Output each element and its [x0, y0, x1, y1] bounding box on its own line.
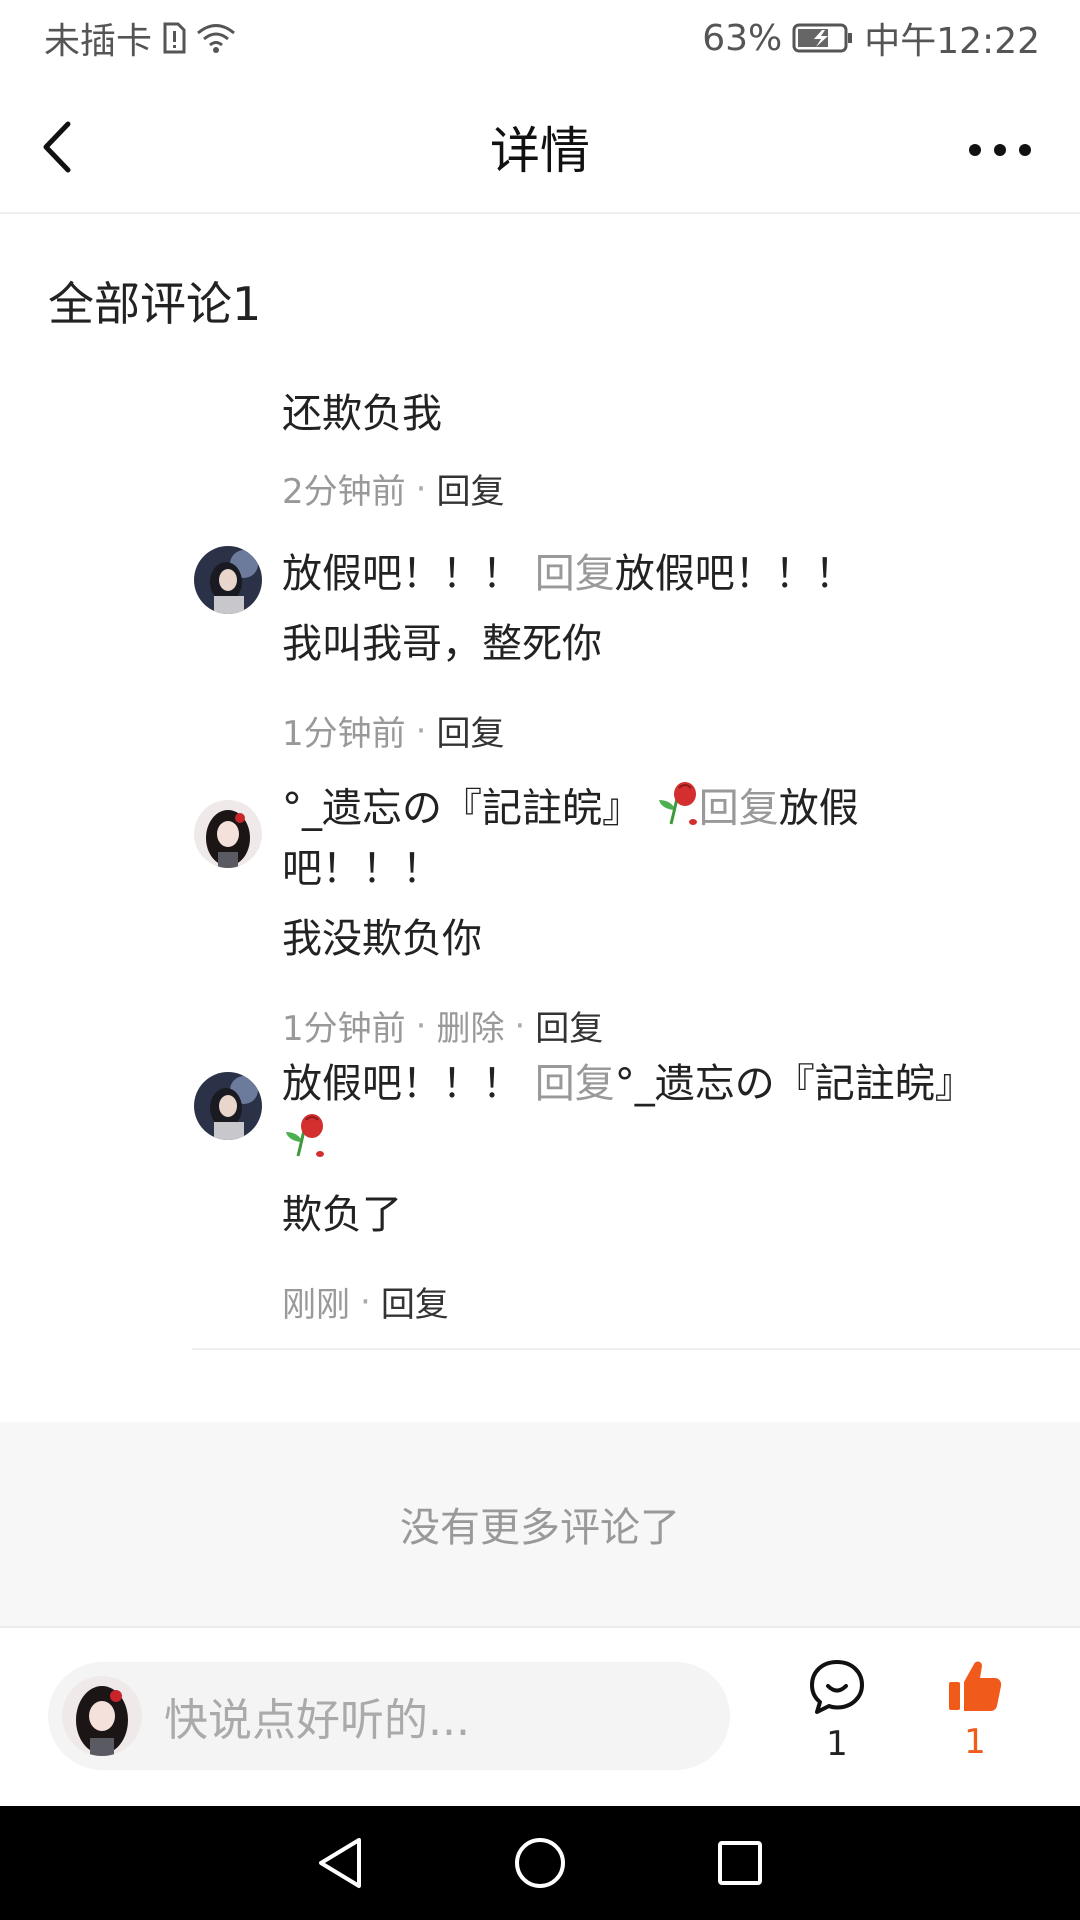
reply-word: 回复 [534, 551, 615, 597]
thumbs-up-icon [949, 1661, 1002, 1711]
reply-target[interactable]: 放假吧！！！ [615, 551, 855, 597]
comments-section-title: 全部评论1 [48, 277, 262, 331]
carrier-text: 未插卡 [44, 21, 153, 62]
comment-meta: 2分钟前 · 回复 [282, 464, 982, 513]
status-bar: 未插卡 63% 中午12:22 [0, 0, 1080, 76]
reply-button[interactable]: 回复 [436, 464, 504, 513]
comment-time: 1分钟前 [282, 714, 406, 754]
comment-meta: 刚刚 · 回复 [282, 1277, 1002, 1326]
comment-count: 1 [826, 1724, 848, 1764]
comment-time: 1分钟前 [282, 1009, 406, 1049]
screen: 未插卡 63% 中午12:22 详情 全部评论1 还欺负我 2分钟前 · 回复 … [0, 0, 1080, 1920]
clock: 中午12:22 [864, 21, 1040, 62]
battery-charging-icon [792, 22, 854, 54]
comment-meta: 1分钟前 · 删除 · 回复 [282, 1001, 892, 1050]
meta-separator: · [514, 1005, 526, 1046]
square-recents-icon [718, 1841, 762, 1885]
nav-back-button[interactable] [300, 1823, 380, 1903]
no-more-comments: 没有更多评论了 [0, 1422, 1080, 1628]
comment-author[interactable]: °_遗忘の『記註皖』 [282, 786, 642, 832]
comment-bubble-icon [810, 1660, 864, 1714]
comment-header: 放假吧！！！ 回复放假吧！！！ [282, 546, 982, 602]
comment-body: 放假吧！！！ 回复°_遗忘の『記註皖』 欺负了 刚刚 · 回复 [282, 1056, 1002, 1326]
comment-header: °_遗忘の『記註皖』 回复放假吧！！！ [282, 780, 892, 897]
reply-target[interactable]: °_遗忘の『記註皖』 [615, 1061, 975, 1107]
meta-separator: · [415, 1005, 427, 1046]
comment-author[interactable]: 放假吧！！！ [282, 551, 522, 597]
comment-time: 2分钟前 [282, 472, 406, 512]
meta-separator: · [415, 710, 427, 751]
comment-body: 还欺负我 2分钟前 · 回复 [282, 386, 982, 513]
more-dots-icon [969, 144, 1031, 156]
comment-input[interactable]: 快说点好听的... [48, 1662, 730, 1770]
comment-input-bar: 快说点好听的... 1 1 [0, 1628, 1080, 1806]
triangle-back-icon [319, 1838, 361, 1888]
status-left: 未插卡 [44, 12, 236, 64]
nav-home-button[interactable] [500, 1823, 580, 1903]
thread-divider [192, 1348, 1080, 1350]
rose-emoji-icon [282, 1112, 326, 1173]
system-nav-bar [0, 1806, 1080, 1920]
wifi-icon [196, 22, 236, 54]
avatar[interactable] [194, 546, 262, 614]
sim-alert-icon [162, 22, 186, 54]
comment-header: 放假吧！！！ 回复°_遗忘の『記註皖』 [282, 1056, 1002, 1173]
comment-text: 我叫我哥，整死你 [282, 621, 602, 667]
reply-word: 回复 [534, 1061, 615, 1107]
comment-text: 还欺负我 [282, 391, 442, 437]
reply-word: 回复 [698, 785, 779, 832]
circle-home-icon [515, 1838, 565, 1888]
avatar [62, 1676, 142, 1756]
comment-body: 放假吧！！！ 回复放假吧！！！ 我叫我哥，整死你 1分钟前 · 回复 [282, 546, 982, 755]
more-options-button[interactable] [960, 120, 1040, 180]
rose-emoji-icon [655, 780, 699, 841]
avatar[interactable] [194, 800, 262, 868]
comment-count-button[interactable]: 1 [792, 1658, 882, 1764]
meta-separator: · [415, 468, 427, 509]
comment-text: 我没欺负你 [282, 916, 482, 962]
like-button[interactable]: 1 [930, 1658, 1020, 1762]
nav-recents-button[interactable] [700, 1823, 780, 1903]
meta-separator: · [360, 1281, 371, 1322]
input-placeholder: 快说点好听的... [164, 1695, 470, 1746]
delete-button[interactable]: 删除 [436, 1001, 504, 1050]
reply-button[interactable]: 回复 [381, 1277, 449, 1326]
comment-body: °_遗忘の『記註皖』 回复放假吧！！！ 我没欺负你 1分钟前 · 删除 · 回复 [282, 780, 892, 1050]
comment-meta: 1分钟前 · 回复 [282, 706, 982, 755]
battery-percent: 63% [702, 17, 783, 59]
page-title: 详情 [490, 122, 590, 180]
reply-button[interactable]: 回复 [436, 706, 504, 755]
status-right: 63% 中午12:22 [702, 12, 1040, 64]
reply-button[interactable]: 回复 [535, 1001, 603, 1050]
like-count: 1 [964, 1722, 986, 1762]
comment-author[interactable]: 放假吧！！！ [282, 1061, 522, 1107]
comment-text: 欺负了 [282, 1192, 402, 1238]
comment-time: 刚刚 [282, 1285, 350, 1325]
avatar[interactable] [194, 1072, 262, 1140]
header: 详情 [0, 80, 1080, 214]
